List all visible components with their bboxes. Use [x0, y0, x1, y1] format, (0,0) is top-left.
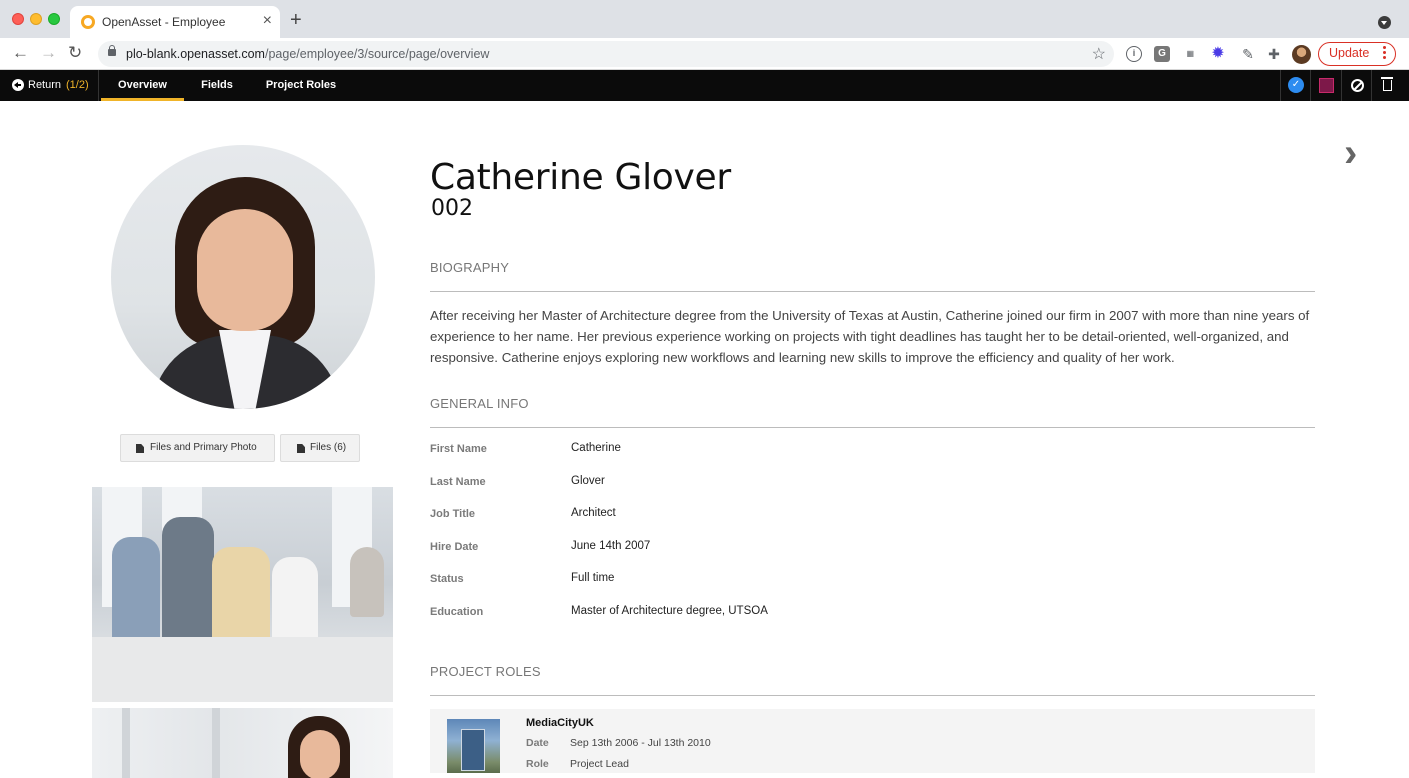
update-button[interactable]: Update [1318, 42, 1396, 66]
project-roles-heading: PROJECT ROLES [430, 664, 541, 679]
employee-code: 002 [431, 196, 473, 221]
tab-close-icon[interactable]: × [263, 13, 272, 29]
bookmark-star-icon[interactable]: ☆ [1092, 44, 1106, 64]
general-info-heading: GENERAL INFO [430, 396, 529, 411]
new-tab-button[interactable]: + [290, 10, 302, 30]
back-arrow-icon[interactable]: ← [12, 43, 29, 63]
field-label-last-name: Last Name [430, 476, 486, 488]
grammarly-icon[interactable]: G [1154, 46, 1170, 62]
employee-portrait [111, 145, 375, 409]
field-value-job-title: Architect [571, 507, 616, 519]
project-role-card[interactable]: MediaCityUK Date Sep 13th 2006 - Jul 13t… [430, 709, 1315, 773]
browser-chrome: OpenAsset - Employee × + ← → ↻ plo-blank… [0, 0, 1409, 70]
file-icon [136, 444, 144, 453]
employee-photo-team[interactable] [92, 487, 393, 702]
reload-icon[interactable]: ↻ [68, 43, 82, 63]
info-icon[interactable]: i [1126, 46, 1142, 62]
address-bar[interactable]: plo-blank.openasset.com/page/employee/3/… [98, 41, 1114, 67]
block-button[interactable] [1341, 70, 1371, 101]
field-value-status: Full time [571, 572, 615, 584]
more-menu-icon [1383, 46, 1386, 49]
field-label-education: Education [430, 606, 484, 618]
divider [430, 695, 1315, 696]
return-label: Return [28, 79, 62, 91]
field-label-job-title: Job Title [430, 508, 476, 520]
lock-icon[interactable] [108, 45, 116, 56]
color-tag-button[interactable] [1310, 70, 1340, 101]
check-circle-icon: ✓ [1288, 77, 1304, 93]
browser-toolbar: ← → ↻ plo-blank.openasset.com/page/emplo… [0, 38, 1409, 70]
ms-extension-icon[interactable]: ▦ [1182, 46, 1198, 62]
biography-text: After receiving her Master of Architectu… [430, 308, 1310, 365]
url-text[interactable]: plo-blank.openasset.com/page/employee/3/… [126, 47, 489, 61]
openasset-favicon-icon [81, 15, 95, 29]
return-button[interactable]: Return (1/2) [0, 70, 99, 101]
update-label: Update [1329, 46, 1370, 60]
field-value-last-name: Glover [571, 475, 605, 487]
tab-project-roles[interactable]: Project Roles [258, 70, 344, 101]
gear-extension-icon[interactable]: ✹ [1210, 46, 1226, 62]
trash-icon [1381, 77, 1393, 91]
approve-button[interactable]: ✓ [1280, 70, 1310, 101]
chevron-right-icon[interactable]: › [1344, 133, 1357, 173]
tab-strip: OpenAsset - Employee × + [0, 0, 1409, 38]
tab-overview[interactable]: Overview [101, 70, 184, 101]
puzzle-icon[interactable]: ✚ [1266, 46, 1282, 62]
browser-tab[interactable]: OpenAsset - Employee × [70, 6, 280, 38]
biography-heading: BIOGRAPHY [430, 260, 510, 275]
zoom-window-button[interactable] [48, 13, 60, 25]
tab-fields[interactable]: Fields [192, 70, 242, 101]
pen-extension-icon[interactable]: ✎ [1240, 46, 1256, 62]
arrow-left-circle-icon [12, 79, 24, 91]
employee-name: Catherine Glover [430, 157, 731, 198]
forward-arrow-icon[interactable]: → [40, 43, 57, 63]
role-date-value: Sep 13th 2006 - Jul 13th 2010 [570, 737, 711, 749]
tag-square-icon [1319, 78, 1334, 93]
profile-avatar[interactable] [1292, 45, 1311, 64]
field-label-status: Status [430, 573, 464, 585]
files-and-primary-photo-label: Files and Primary Photo [150, 442, 257, 453]
field-value-first-name: Catherine [571, 442, 621, 454]
return-count: (1/2) [66, 79, 89, 91]
project-name[interactable]: MediaCityUK [526, 717, 594, 729]
role-role-label: Role [526, 758, 549, 770]
divider [430, 291, 1315, 292]
files-button[interactable]: Files (6) [280, 434, 360, 462]
field-value-hire-date: June 14th 2007 [571, 540, 651, 552]
role-role-value: Project Lead [570, 758, 629, 770]
files-and-primary-photo-button[interactable]: Files and Primary Photo [120, 434, 275, 462]
delete-button[interactable] [1371, 70, 1401, 101]
divider [430, 427, 1315, 428]
employee-overview: › Files and Primary Photo Files (6) Cath… [0, 101, 1409, 778]
field-label-first-name: First Name [430, 443, 487, 455]
tab-title: OpenAsset - Employee [102, 15, 226, 29]
file-icon [297, 444, 305, 453]
files-label: Files (6) [310, 442, 347, 453]
ban-icon [1351, 79, 1364, 92]
tab-search-icon[interactable] [1378, 16, 1391, 29]
app-navbar: Return (1/2) Overview Fields Project Rol… [0, 70, 1409, 101]
project-thumbnail[interactable] [447, 719, 500, 773]
role-date-label: Date [526, 737, 549, 749]
field-label-hire-date: Hire Date [430, 541, 479, 553]
field-value-education: Master of Architecture degree, UTSOA [571, 605, 768, 617]
minimize-window-button[interactable] [30, 13, 42, 25]
close-window-button[interactable] [12, 13, 24, 25]
employee-photo-portrait[interactable] [92, 708, 393, 778]
